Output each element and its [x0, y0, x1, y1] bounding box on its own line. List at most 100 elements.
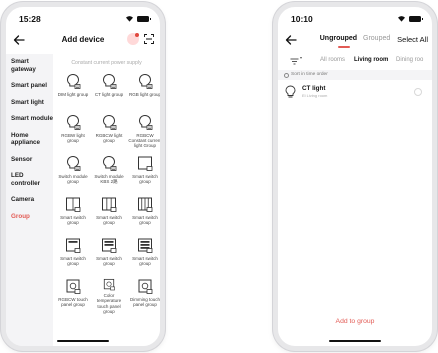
device-type-label: RGBCW Constant current light Group	[128, 133, 162, 149]
light-bulb-icon	[66, 155, 81, 171]
chevron-down-icon[interactable]	[300, 57, 302, 59]
battery-icon	[409, 15, 423, 22]
light-bulb-icon	[102, 155, 117, 171]
status-bar: 10:10	[278, 14, 432, 26]
notification-dot-icon[interactable]	[127, 33, 139, 45]
device-type-label: CT light group	[94, 92, 124, 97]
device-type-tile[interactable]: Smart switch group	[56, 236, 90, 273]
scan-icon[interactable]	[144, 34, 154, 44]
select-radio[interactable]	[414, 88, 422, 96]
switch-3gang-icon	[102, 197, 117, 212]
select-all-button[interactable]: Select All	[397, 35, 428, 44]
switch-3gang-alt-icon	[138, 238, 153, 253]
switch-2gang-alt-icon	[102, 238, 117, 253]
device-type-label: Color temperature touch panel group	[96, 293, 122, 314]
device-type-tile[interactable]: RGBCW Constant current light Group	[128, 113, 162, 150]
tab-all-rooms[interactable]: All rooms	[320, 57, 345, 63]
switch-2gang-icon	[66, 197, 81, 212]
section-title: Constant current power supply	[71, 60, 142, 66]
sidebar-item-camera[interactable]: Camera	[6, 192, 53, 209]
device-type-label: Smart switch group	[96, 215, 122, 226]
tab-grouped[interactable]: Grouped	[363, 35, 390, 42]
category-sidebar: Smart gateway Smart panel Smart light Smart…	[6, 54, 53, 346]
sidebar-item-home-appliance[interactable]: Home appliance	[6, 128, 53, 152]
touch-panel-icon	[66, 279, 81, 294]
device-grid-panel: Constant current power supply DIM light …	[53, 54, 160, 346]
sidebar-item-smart-gateway[interactable]: Smart gateway	[6, 54, 53, 78]
device-type-tile[interactable]: Smart switch group	[128, 195, 160, 232]
device-name: CT light	[302, 85, 326, 92]
sidebar-item-group[interactable]: Group	[6, 209, 53, 226]
tab-living-room[interactable]: Living room	[354, 57, 388, 63]
light-bulb-icon	[66, 114, 81, 130]
light-bulb-icon	[138, 114, 153, 130]
device-type-label: Dimming touch panel group	[129, 297, 160, 308]
device-type-tile[interactable]: Switch module group	[56, 154, 90, 191]
device-type-label: Smart switch group	[96, 256, 122, 267]
status-bar: 15:28	[6, 14, 160, 26]
tab-ungrouped[interactable]: Ungrouped	[320, 35, 357, 42]
home-indicator	[329, 340, 381, 342]
status-time: 10:10	[291, 14, 313, 24]
wifi-icon	[398, 16, 405, 22]
switch-1gang-icon	[138, 156, 153, 171]
active-tab-indicator	[338, 46, 350, 48]
device-type-tile[interactable]: RGBCW touch panel group	[56, 277, 90, 314]
group-devices-screen: 10:10 Ungrouped Grouped Select All All r…	[273, 2, 437, 351]
device-type-label: Switch module KBS 2路	[94, 174, 124, 185]
device-type-tile[interactable]: Smart switch group	[128, 236, 160, 273]
device-type-tile[interactable]: Color temperature touch panel group	[92, 277, 126, 314]
device-type-label: RGBCW light group	[95, 133, 123, 144]
sidebar-item-sensor[interactable]: Sensor	[6, 152, 53, 169]
device-type-tile[interactable]: RGB light group	[128, 72, 162, 109]
device-type-label: DIM light group	[57, 92, 89, 97]
nav-bar: Add device	[6, 32, 160, 50]
sort-label: Sort in time order	[291, 72, 328, 77]
device-type-label: RGBW light group	[61, 133, 85, 144]
device-type-tile[interactable]: DIM light group	[56, 72, 90, 109]
touch-panel-icon	[103, 278, 115, 291]
device-type-tile[interactable]: Smart switch group	[92, 236, 126, 273]
room-tabs: All rooms Living room Dining roo	[278, 54, 432, 69]
switch-1gang-alt-icon	[66, 238, 81, 253]
device-type-tile[interactable]: Smart switch group	[92, 195, 126, 232]
light-bulb-icon	[102, 73, 117, 89]
light-bulb-icon	[66, 73, 81, 89]
tab-dining-room[interactable]: Dining roo	[396, 57, 423, 63]
device-type-label: Smart switch group	[132, 215, 158, 226]
battery-icon	[137, 15, 151, 22]
sidebar-item-smart-light[interactable]: Smart light	[6, 95, 53, 112]
sort-icon	[284, 72, 289, 78]
add-device-screen: 15:28 Add device Smart gateway Smart pane…	[1, 2, 165, 351]
status-time: 15:28	[19, 14, 41, 24]
device-grid: DIM light group CT light group RGB light g…	[53, 68, 160, 314]
nav-bar: Ungrouped Grouped Select All	[278, 32, 432, 50]
add-to-group-button[interactable]: Add to group	[278, 318, 432, 325]
filter-icon[interactable]	[290, 58, 299, 65]
switch-4gang-icon	[138, 197, 153, 212]
device-type-label: Smart switch group	[60, 215, 86, 226]
sort-bar[interactable]: Sort in time order	[278, 70, 432, 80]
device-type-tile[interactable]: Switch module KBS 2路	[92, 154, 126, 191]
device-type-tile[interactable]: Smart switch group	[56, 195, 90, 232]
touch-panel-icon	[138, 279, 153, 294]
device-type-label: Smart switch group	[132, 256, 158, 267]
light-bulb-icon	[285, 85, 296, 98]
sidebar-item-smart-panel[interactable]: Smart panel	[6, 78, 53, 95]
device-type-label: Switch module group	[58, 174, 88, 185]
device-type-label: Smart switch group	[132, 174, 158, 185]
device-type-label: RGB light group	[128, 92, 162, 97]
device-type-label: Smart switch group	[60, 256, 86, 267]
light-bulb-icon	[138, 73, 153, 89]
sidebar-item-led-controller[interactable]: LED controller	[6, 168, 53, 192]
sidebar-item-smart-module[interactable]: Smart module	[6, 111, 53, 128]
list-item[interactable]: CT light El Living room	[278, 82, 432, 102]
wifi-icon	[126, 16, 133, 22]
device-type-label: RGBCW touch panel group	[58, 297, 88, 308]
device-type-tile[interactable]: RGBCW light group	[92, 113, 126, 150]
device-type-tile[interactable]: Smart switch group	[128, 154, 160, 191]
device-type-tile[interactable]: RGBW light group	[56, 113, 90, 150]
device-room: El Living room	[302, 93, 328, 98]
device-type-tile[interactable]: Dimming touch panel group	[128, 277, 160, 314]
device-type-tile[interactable]: CT light group	[92, 72, 126, 109]
